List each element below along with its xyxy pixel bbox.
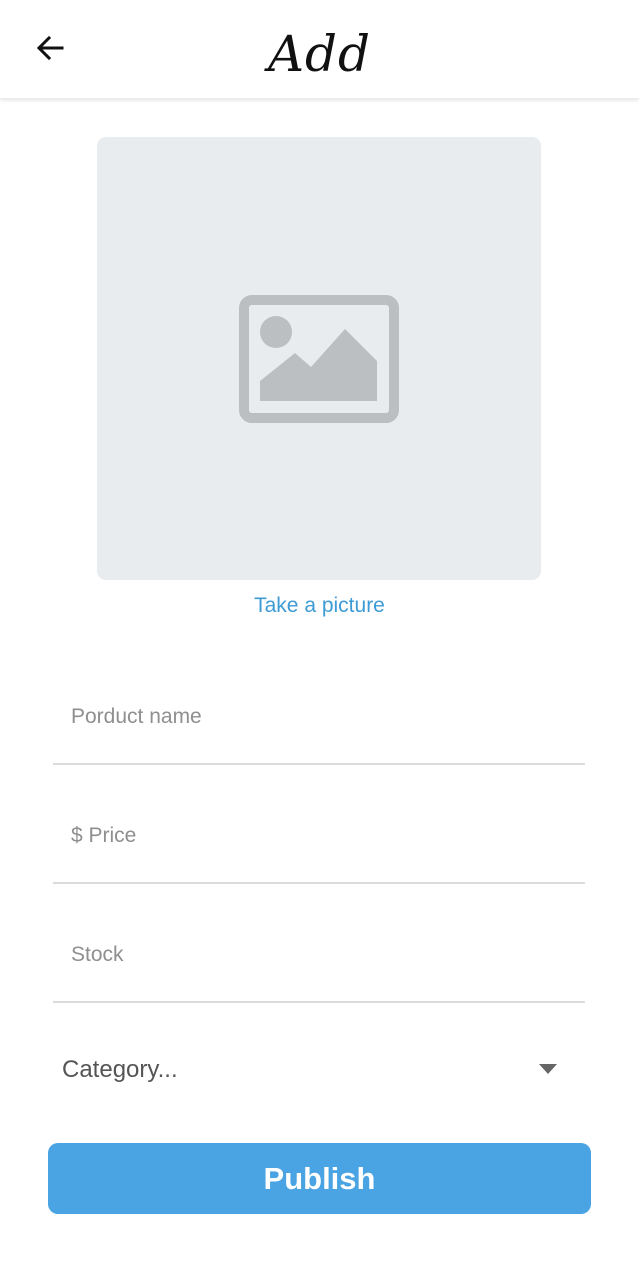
add-product-screen: Add Take a picture Category... Publish xyxy=(0,0,639,1280)
stock-input[interactable] xyxy=(71,935,571,975)
publish-button[interactable]: Publish xyxy=(48,1143,591,1214)
take-picture-link[interactable]: Take a picture xyxy=(0,592,639,620)
product-name-field xyxy=(53,677,585,765)
product-name-input[interactable] xyxy=(71,697,571,737)
price-input[interactable] xyxy=(71,816,571,856)
caret-down-icon xyxy=(539,1064,557,1074)
price-field xyxy=(53,796,585,884)
category-selected-value: Category... xyxy=(62,1056,178,1083)
image-placeholder-icon xyxy=(239,294,399,423)
stock-field xyxy=(53,915,585,1003)
page-title: Add xyxy=(267,25,372,83)
category-dropdown[interactable]: Category... xyxy=(53,1040,585,1102)
app-header: Add xyxy=(0,0,639,99)
product-image-placeholder[interactable] xyxy=(97,137,541,580)
